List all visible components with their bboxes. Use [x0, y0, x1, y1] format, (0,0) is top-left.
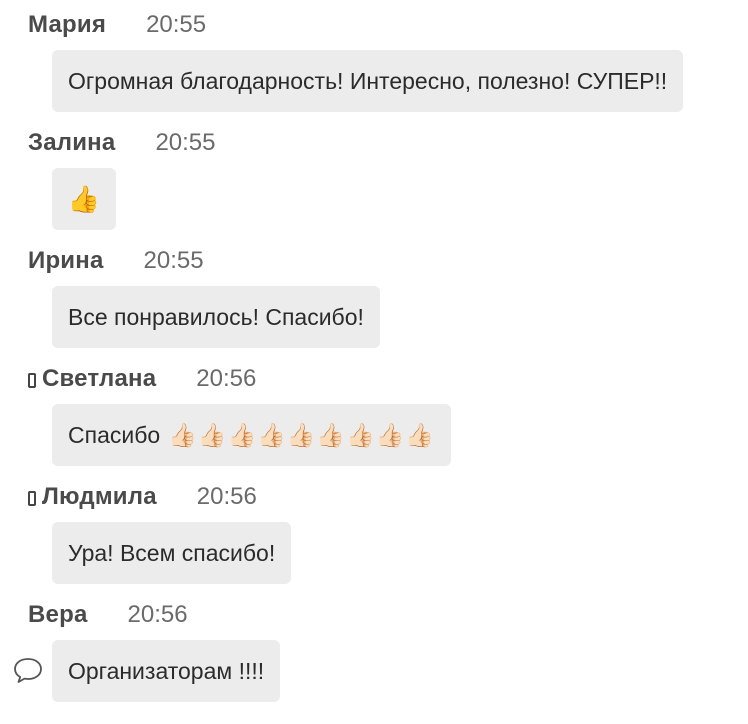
message-time: 20:55 [146, 11, 207, 38]
message-header: Людмила 20:56 [28, 481, 257, 513]
message-bubble[interactable]: Организаторам !!!! [52, 640, 281, 702]
message-text: Все понравилось! Спасибо! [68, 303, 364, 330]
message-header: Ирина 20:55 [28, 245, 204, 277]
chat-message: Залина 20:55 👍 [0, 118, 748, 236]
thumbs-up-icon: 👍 [67, 183, 101, 214]
message-time: 20:56 [196, 483, 257, 510]
sender-name[interactable]: Залина [28, 129, 115, 157]
sender-name[interactable]: Людмила [42, 483, 157, 511]
message-time: 20:55 [155, 129, 216, 156]
message-bubble[interactable]: Все понравилось! Спасибо! [52, 286, 380, 348]
message-header: Мария 20:55 [28, 9, 206, 41]
message-bubble[interactable]: Спасибо 👍🏻👍🏻👍🏻👍🏻👍🏻👍🏻👍🏻👍🏻👍🏻 [52, 404, 451, 466]
message-time: 20:55 [143, 247, 204, 274]
message-text: Ура! Всем спасибо! [68, 539, 276, 566]
message-bubble[interactable]: Огромная благодарность! Интересно, полез… [52, 50, 684, 112]
message-text: Огромная благодарность! Интересно, полез… [68, 67, 668, 94]
chat-message: Людмила 20:56 Ура! Всем спасибо! [0, 472, 748, 590]
sender-name[interactable]: Мария [28, 11, 106, 39]
message-bubble[interactable]: Ура! Всем спасибо! [52, 522, 292, 584]
chat-message: Вера 20:56 Организаторам !!!! [0, 590, 748, 708]
chat-message: Ирина 20:55 Все понравилось! Спасибо! [0, 236, 748, 354]
message-time: 20:56 [196, 365, 257, 392]
chat-message-list: Мария 20:55 Огромная благодарность! Инте… [0, 0, 748, 708]
message-header: Залина 20:55 [28, 127, 216, 159]
message-header: Светлана 20:56 [28, 363, 256, 395]
message-text: Спасибо [68, 421, 161, 448]
thumbs-up-icon: 👍🏻👍🏻👍🏻👍🏻👍🏻👍🏻👍🏻👍🏻👍🏻 [168, 422, 435, 449]
message-text: Организаторам !!!! [68, 657, 265, 684]
speech-bubble-icon[interactable] [12, 655, 44, 685]
phone-icon [28, 490, 36, 506]
message-time: 20:56 [127, 601, 188, 628]
message-bubble[interactable]: 👍 [52, 168, 116, 230]
chat-message: Светлана 20:56 Спасибо 👍🏻👍🏻👍🏻👍🏻👍🏻👍🏻👍🏻👍🏻👍… [0, 354, 748, 472]
chat-message: Мария 20:55 Огромная благодарность! Инте… [0, 0, 748, 118]
sender-name[interactable]: Ирина [28, 247, 104, 275]
phone-icon [28, 372, 36, 388]
sender-name[interactable]: Светлана [42, 365, 156, 393]
message-header: Вера 20:56 [28, 599, 188, 631]
sender-name[interactable]: Вера [28, 601, 88, 629]
